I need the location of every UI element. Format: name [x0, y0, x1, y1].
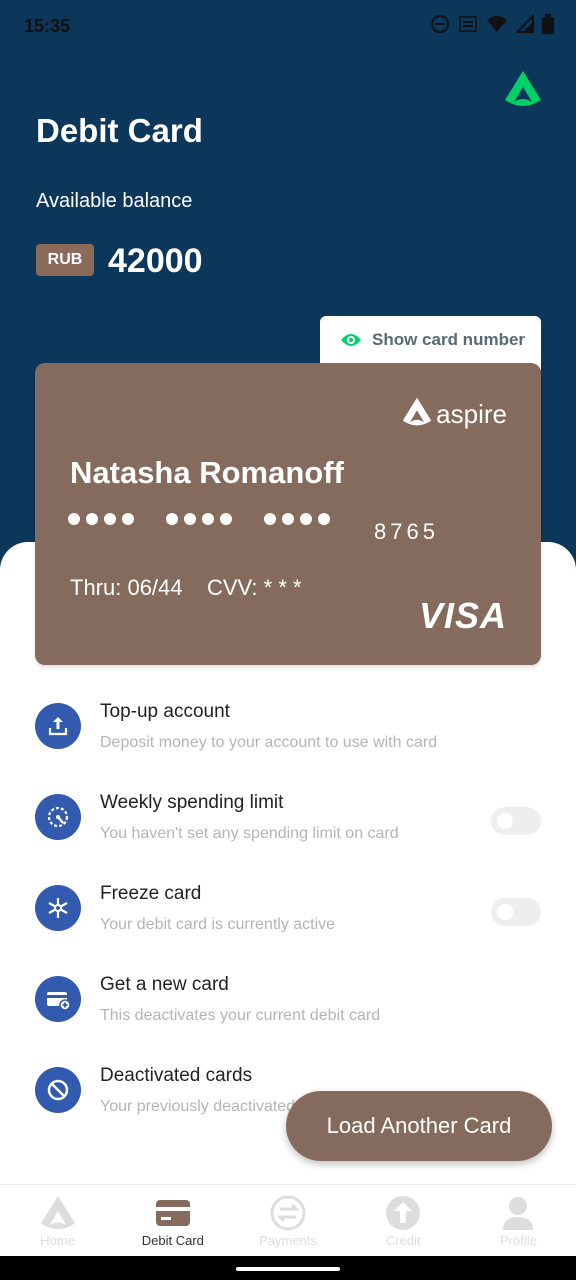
card-icon — [155, 1195, 191, 1231]
aspire-logo-icon — [504, 70, 542, 108]
nav-label: Credit — [385, 1233, 421, 1248]
card-actions-list: Top-up account Deposit money to your acc… — [0, 688, 576, 1143]
masked-digits-group — [68, 513, 134, 525]
spending-limit-toggle[interactable] — [491, 807, 541, 835]
card-last-four: 8765 — [374, 519, 439, 544]
system-gesture-bar — [0, 1256, 576, 1280]
balance-label: Available balance — [36, 190, 193, 212]
menu-item-subtitle: This deactivates your current debit card — [100, 1007, 381, 1024]
battery-icon — [542, 14, 554, 39]
menu-item-subtitle: Deposit money to your account to use wit… — [100, 734, 438, 751]
dnd-icon — [430, 14, 450, 39]
card-brand: aspire — [402, 397, 507, 432]
bottom-nav: Home Debit Card Payments Credit Profile — [0, 1184, 576, 1257]
card-holder-name: Natasha Romanoff — [70, 455, 344, 490]
card-expiry: Thru: 06/44 — [70, 575, 183, 600]
freeze-card-toggle[interactable] — [491, 898, 541, 926]
menu-item-subtitle: You haven't set any spending limit on ca… — [100, 825, 399, 842]
snowflake-icon — [35, 885, 81, 931]
gesture-handle[interactable] — [236, 1267, 340, 1271]
currency-badge: RUB — [36, 244, 94, 276]
card-number-masked — [68, 513, 330, 525]
menu-item-title: Deactivated cards — [100, 1065, 253, 1086]
nav-label: Home — [40, 1233, 75, 1248]
nav-label: Payments — [259, 1233, 317, 1248]
menu-item-spending-limit[interactable]: Weekly spending limit You haven't set an… — [0, 779, 576, 870]
nav-item-payments[interactable]: Payments — [230, 1185, 345, 1257]
card-cvv: CVV: * * * — [207, 575, 302, 600]
upload-icon — [35, 703, 81, 749]
debit-card[interactable]: aspire Natasha Romanoff 8765 Thru: 06/44… — [35, 363, 541, 665]
masked-digits-group — [264, 513, 330, 525]
wifi-icon — [486, 15, 508, 38]
status-time: 15:35 — [24, 16, 71, 36]
volte-icon — [458, 14, 478, 39]
nav-label: Debit Card — [141, 1233, 204, 1248]
nav-item-debit-card[interactable]: Debit Card — [115, 1185, 230, 1257]
menu-item-title: Top-up account — [100, 701, 230, 722]
home-logo-icon — [40, 1195, 76, 1231]
visa-logo: VISA — [418, 595, 507, 636]
menu-item-top-up[interactable]: Top-up account Deposit money to your acc… — [0, 688, 576, 779]
status-bar: 15:35 — [0, 0, 576, 54]
credit-icon — [385, 1195, 421, 1231]
menu-item-title: Weekly spending limit — [100, 792, 284, 813]
show-card-number-label: Show card number — [372, 330, 526, 349]
page-title: Debit Card — [36, 112, 203, 149]
menu-item-title: Freeze card — [100, 883, 202, 904]
profile-icon — [500, 1195, 536, 1231]
aspire-logo-icon — [402, 397, 432, 432]
block-icon — [35, 1067, 81, 1113]
payments-icon — [270, 1195, 306, 1231]
balance-value: 42000 — [108, 242, 203, 280]
nav-item-home[interactable]: Home — [0, 1185, 115, 1257]
load-another-card-button[interactable]: Load Another Card — [286, 1091, 552, 1161]
menu-item-subtitle: Your debit card is currently active — [100, 916, 336, 933]
eye-icon — [340, 332, 362, 353]
new-card-icon — [35, 976, 81, 1022]
menu-item-new-card[interactable]: Get a new card This deactivates your cur… — [0, 961, 576, 1052]
masked-digits-group — [166, 513, 232, 525]
card-brand-name: aspire — [436, 399, 507, 429]
gauge-icon — [35, 794, 81, 840]
nav-item-profile[interactable]: Profile — [461, 1185, 576, 1257]
status-icons — [430, 13, 554, 39]
menu-item-title: Get a new card — [100, 974, 229, 995]
signal-icon — [514, 13, 534, 38]
menu-item-freeze-card[interactable]: Freeze card Your debit card is currently… — [0, 870, 576, 961]
show-card-number-button[interactable]: Show card number — [320, 316, 541, 370]
nav-label: Profile — [499, 1233, 537, 1248]
nav-item-credit[interactable]: Credit — [346, 1185, 461, 1257]
